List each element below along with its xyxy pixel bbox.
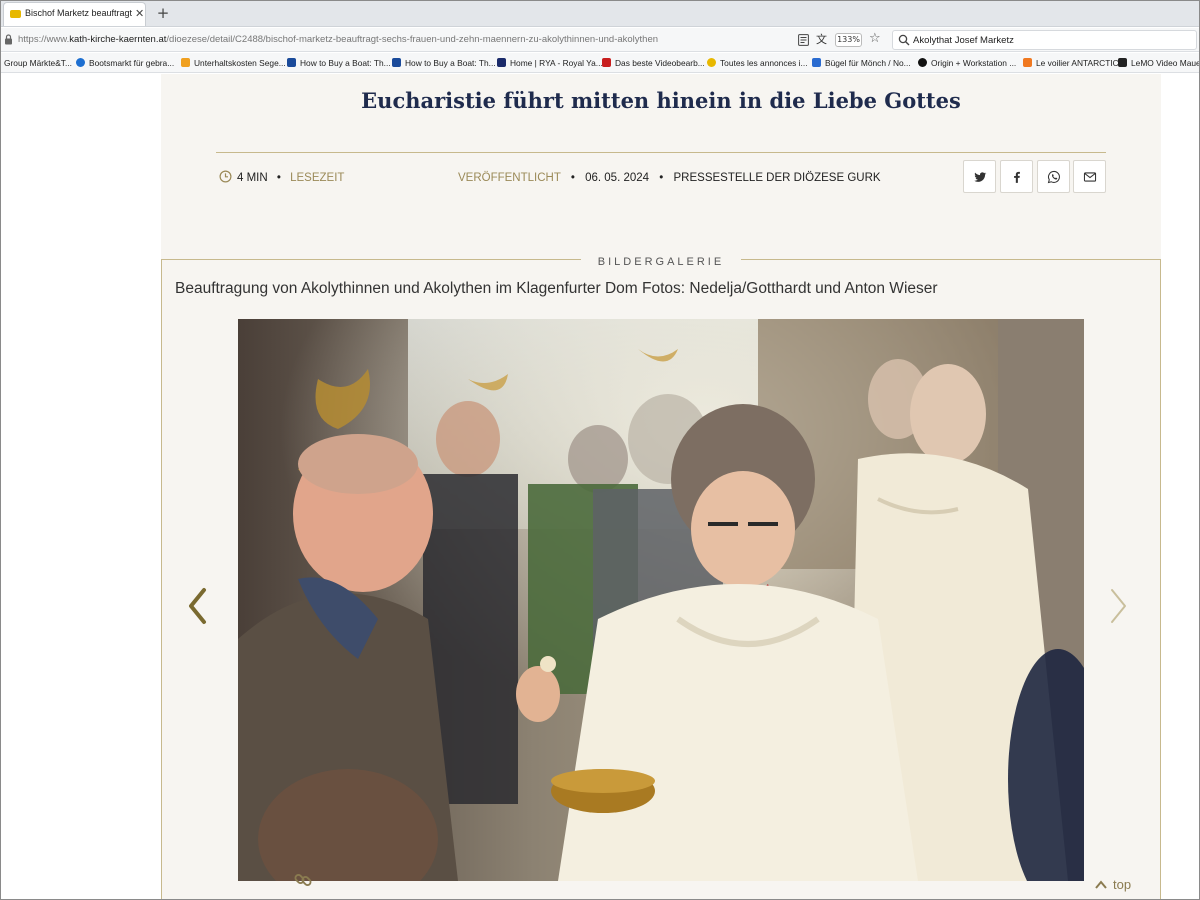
whatsapp-icon — [1047, 170, 1060, 184]
bullet: • — [570, 172, 575, 184]
bookmark-label: Origin + Workstation ... — [931, 58, 1017, 68]
bookmark-favicon-icon — [1023, 58, 1032, 67]
facebook-icon — [1014, 171, 1020, 183]
bookmark-item[interactable]: Origin + Workstation ... — [918, 57, 1016, 70]
mail-icon — [1083, 172, 1097, 182]
bookmark-label: How to Buy a Boat: Th... — [300, 58, 391, 68]
bookmark-item[interactable]: Group Märkte&T... — [4, 57, 72, 70]
bookmark-item[interactable]: Unterhaltskosten Sege... — [181, 57, 286, 70]
bookmarks-bar: Group Märkte&T... Bootsmarkt für gebra..… — [1, 53, 1200, 73]
bookmark-item[interactable]: Bügel für Mönch / No... — [812, 57, 911, 70]
bookmark-star-icon[interactable]: ☆ — [869, 32, 883, 46]
bookmark-item[interactable]: Le voilier ANTARCTIC — [1023, 57, 1119, 70]
read-label: LESEZEIT — [290, 172, 345, 184]
share-whatsapp-button[interactable] — [1037, 160, 1070, 193]
bookmark-item[interactable]: Das beste Videobearb... — [602, 57, 705, 70]
browser-window: Bischof Marketz beauftragt sech ✕ + http… — [0, 0, 1200, 900]
bookmark-item[interactable]: Home | RYA - Royal Ya... — [497, 57, 603, 70]
bookmark-label: Unterhaltskosten Sege... — [194, 58, 286, 68]
bookmark-label: Bügel für Mönch / No... — [825, 58, 911, 68]
search-query: Akolythat Josef Marketz — [913, 35, 1014, 46]
tab-title: Bischof Marketz beauftragt sech — [25, 8, 133, 18]
zoom-level-badge[interactable]: 133% — [835, 33, 862, 47]
close-tab-icon[interactable]: ✕ — [135, 7, 144, 21]
bookmark-label: Das beste Videobearb... — [615, 58, 705, 68]
url-field[interactable]: https://www.kath-kirche-kaernten.at/dioe… — [18, 34, 778, 47]
chevron-up-icon — [1095, 877, 1107, 892]
bookmark-label: How to Buy a Boat: Th... — [405, 58, 496, 68]
bookmark-item[interactable]: LeMO Video Mauer... — [1118, 57, 1200, 70]
article-panel: Eucharistie führt mitten hinein in die L… — [161, 74, 1161, 899]
reader-view-icon[interactable] — [798, 34, 809, 46]
bookmark-favicon-icon — [812, 58, 821, 67]
bookmark-item[interactable]: How to Buy a Boat: Th... — [287, 57, 391, 70]
bullet: • — [276, 172, 281, 184]
link-icon[interactable] — [293, 870, 313, 890]
bookmark-label: Bootsmarkt für gebra... — [89, 58, 175, 68]
site-favicon-icon — [10, 10, 21, 18]
bookmark-favicon-icon — [76, 58, 85, 67]
clock-icon — [219, 170, 232, 183]
gallery-label: BILDERGALERIE — [597, 256, 725, 268]
bookmark-favicon-icon — [707, 58, 716, 67]
publisher[interactable]: PRESSESTELLE DER DIÖZESE GURK — [674, 172, 881, 184]
url-prefix: https://www. — [18, 34, 70, 45]
gallery-caption: Beauftragung von Akolythinnen und Akolyt… — [175, 280, 938, 297]
gallery-photo[interactable] — [238, 319, 1084, 881]
bookmark-favicon-icon — [392, 58, 401, 67]
published-label: VERÖFFENTLICHT — [458, 172, 561, 184]
url-path: /dioezese/detail/C2488/bischof-marketz-b… — [166, 34, 659, 45]
url-domain: kath-kirche-kaernten.at — [69, 34, 167, 45]
bullet: • — [659, 172, 664, 184]
bookmark-item[interactable]: How to Buy a Boat: Th... — [392, 57, 496, 70]
web-page: Eucharistie führt mitten hinein in die L… — [1, 74, 1199, 899]
bookmark-favicon-icon — [1118, 58, 1127, 67]
read-minutes: 4 MIN — [237, 172, 268, 184]
next-image-arrow-icon[interactable] — [1105, 586, 1131, 626]
top-label: top — [1113, 877, 1132, 892]
new-tab-button[interactable]: + — [153, 4, 173, 22]
tab-strip: Bischof Marketz beauftragt sech ✕ + — [1, 1, 1199, 27]
bookmark-item[interactable]: Toutes les annonces i... — [707, 57, 808, 70]
gallery-heading: BILDERGALERIE — [581, 250, 741, 268]
published-date: 06. 05. 2024 — [585, 172, 650, 184]
bookmark-favicon-icon — [602, 58, 611, 67]
share-email-button[interactable] — [1073, 160, 1106, 193]
address-bar: https://www.kath-kirche-kaernten.at/dioe… — [1, 28, 1199, 52]
read-time: 4 MIN • LESEZEIT — [237, 170, 344, 186]
back-to-top-link[interactable]: top — [1095, 877, 1131, 893]
bookmark-label: Le voilier ANTARCTIC — [1036, 58, 1119, 68]
share-twitter-button[interactable] — [963, 160, 996, 193]
bookmark-favicon-icon — [497, 58, 506, 67]
publish-info: VERÖFFENTLICHT • 06. 05. 2024 • PRESSEST… — [458, 170, 881, 186]
lock-icon — [5, 34, 12, 45]
divider — [216, 152, 1106, 153]
translate-icon[interactable]: 文 — [816, 33, 829, 46]
bookmark-label: Home | RYA - Royal Ya... — [510, 58, 603, 68]
twitter-icon — [974, 172, 987, 182]
bookmark-label: Group Märkte&T... — [4, 58, 72, 68]
share-facebook-button[interactable] — [1000, 160, 1033, 193]
bookmark-favicon-icon — [918, 58, 927, 67]
browser-tab[interactable]: Bischof Marketz beauftragt sech ✕ — [3, 2, 146, 26]
search-input[interactable]: Akolythat Josef Marketz — [892, 30, 1197, 50]
article-title: Eucharistie führt mitten hinein in die L… — [361, 88, 961, 113]
bookmark-favicon-icon — [181, 58, 190, 67]
bookmark-label: LeMO Video Mauer... — [1131, 58, 1200, 68]
bookmark-favicon-icon — [287, 58, 296, 67]
search-icon — [898, 34, 910, 46]
bookmark-item[interactable]: Bootsmarkt für gebra... — [76, 57, 174, 70]
bookmark-label: Toutes les annonces i... — [720, 58, 808, 68]
previous-image-arrow-icon[interactable] — [185, 586, 211, 626]
